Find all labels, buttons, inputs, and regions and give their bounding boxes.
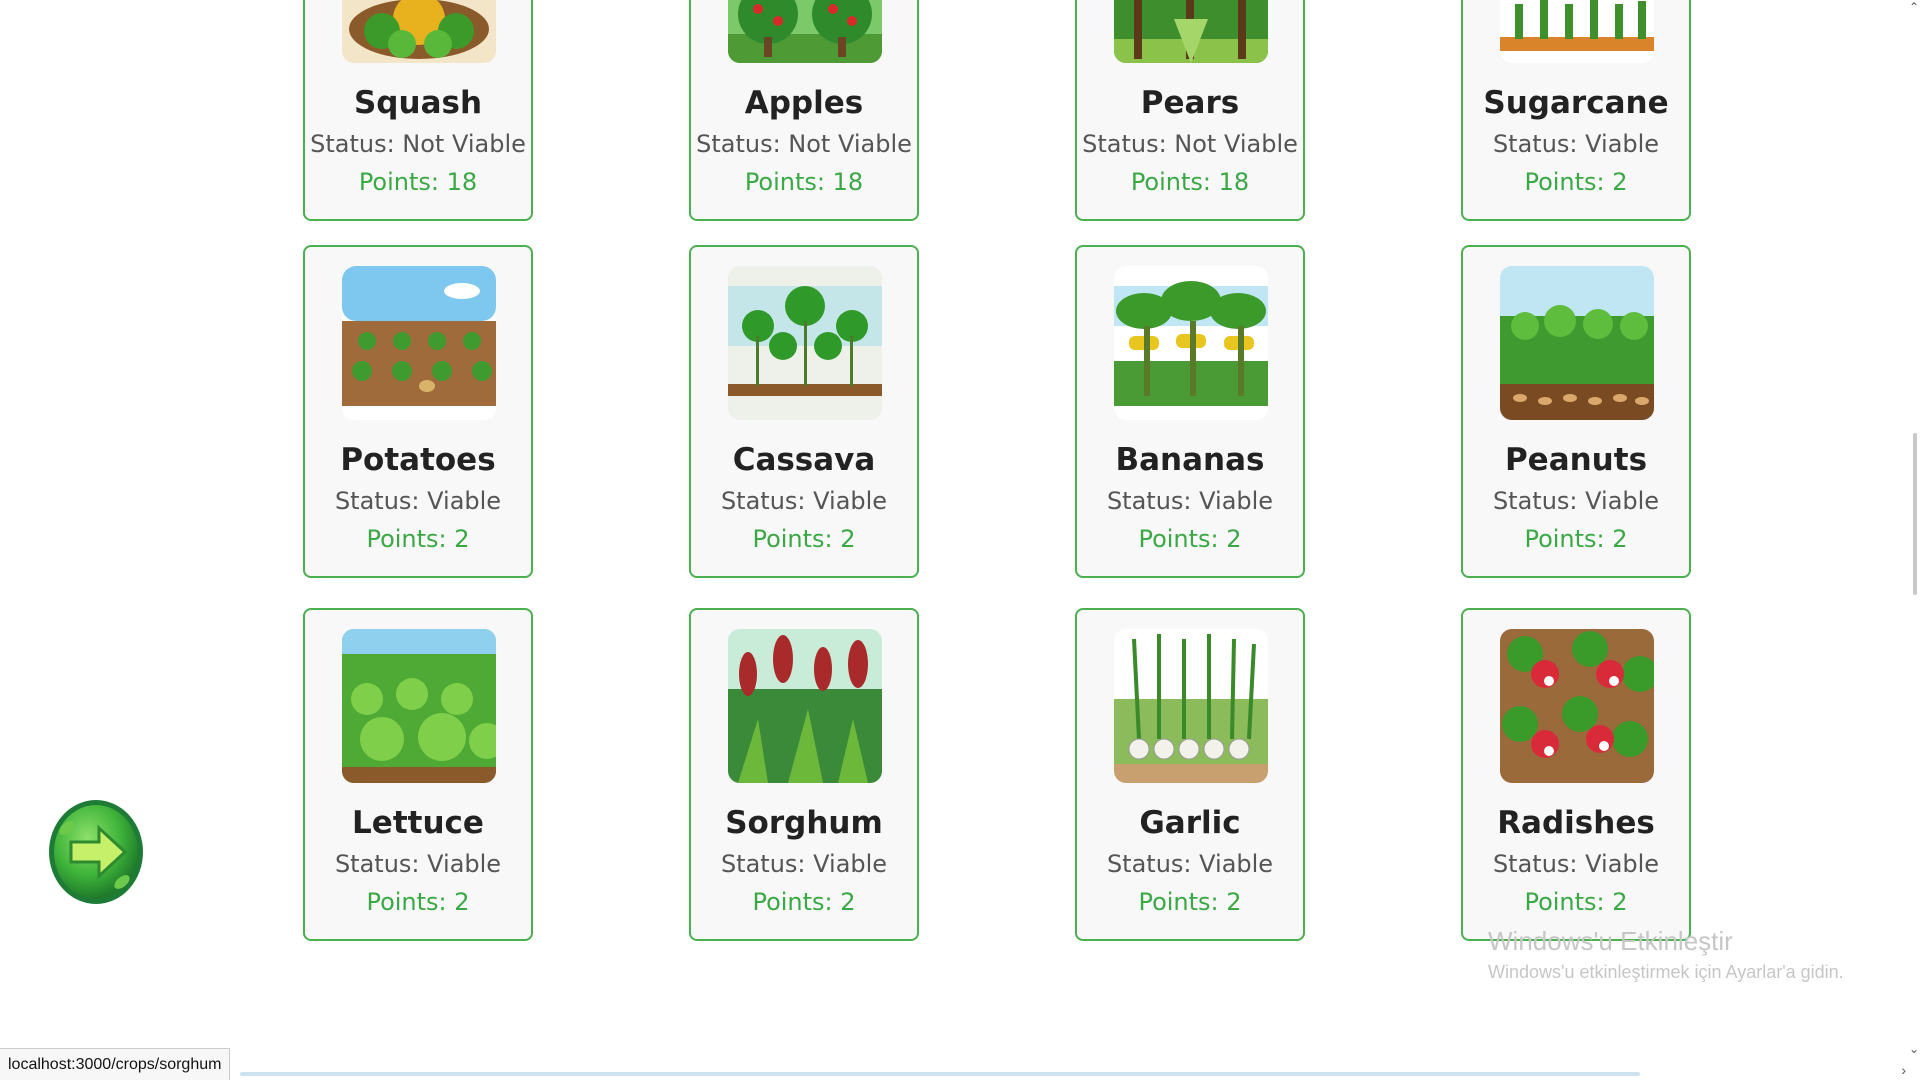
crop-points: Points: 2 bbox=[752, 525, 856, 553]
horizontal-scroll-thumb[interactable] bbox=[240, 1072, 1640, 1076]
crop-name: Bananas bbox=[1115, 442, 1265, 478]
windows-activation-subtitle: Windows'u etkinleştirmek için Ayarlar'a … bbox=[1488, 962, 1844, 982]
crop-points: Points: 2 bbox=[752, 888, 856, 916]
crop-name: Squash bbox=[353, 85, 483, 121]
crop-points: Points: 18 bbox=[358, 168, 478, 196]
crop-card-garlic[interactable]: Garlic Status: Viable Points: 2 bbox=[1075, 608, 1305, 941]
crop-status: Status: Not Viable bbox=[696, 130, 912, 158]
scroll-down-icon[interactable]: ⌄ bbox=[1909, 1042, 1919, 1056]
crop-status: Status: Viable bbox=[334, 487, 502, 515]
crop-points: Points: 2 bbox=[366, 888, 470, 916]
crop-points: Points: 18 bbox=[744, 168, 864, 196]
crops-grid: Squash Status: Not Viable Points: 18 App… bbox=[0, 0, 1920, 1080]
crop-points: Points: 2 bbox=[366, 525, 470, 553]
crop-points: Points: 2 bbox=[1138, 888, 1242, 916]
crop-points: Points: 2 bbox=[1524, 888, 1628, 916]
crop-points: Points: 2 bbox=[1138, 525, 1242, 553]
squash-image bbox=[342, 0, 496, 63]
garlic-image bbox=[1114, 629, 1268, 783]
peanuts-image bbox=[1500, 266, 1654, 420]
crop-status: Status: Viable bbox=[720, 487, 888, 515]
vertical-scrollbar[interactable]: ⌃ ⌄ bbox=[1908, 0, 1920, 1066]
crop-card-peanuts[interactable]: Peanuts Status: Viable Points: 2 bbox=[1461, 245, 1691, 578]
crop-name: Pears bbox=[1140, 85, 1240, 121]
crop-card-apples[interactable]: Apples Status: Not Viable Points: 18 bbox=[689, 0, 919, 221]
crop-status: Status: Viable bbox=[1106, 487, 1274, 515]
crop-name: Cassava bbox=[732, 442, 876, 478]
crop-name: Peanuts bbox=[1504, 442, 1648, 478]
crop-points: Points: 18 bbox=[1130, 168, 1250, 196]
crop-name: Garlic bbox=[1139, 805, 1241, 841]
vertical-scroll-thumb[interactable] bbox=[1913, 433, 1917, 595]
crop-card-squash[interactable]: Squash Status: Not Viable Points: 18 bbox=[303, 0, 533, 221]
sugarcane-image bbox=[1500, 0, 1654, 63]
sorghum-image bbox=[728, 629, 882, 783]
apples-image bbox=[728, 0, 882, 63]
crop-status: Status: Viable bbox=[1106, 850, 1274, 878]
bananas-image bbox=[1114, 266, 1268, 420]
crop-status: Status: Viable bbox=[1492, 487, 1660, 515]
crop-card-bananas[interactable]: Bananas Status: Viable Points: 2 bbox=[1075, 245, 1305, 578]
windows-activation-title: Windows'u Etkinleştir bbox=[1488, 926, 1733, 956]
crop-card-sorghum[interactable]: Sorghum Status: Viable Points: 2 bbox=[689, 608, 919, 941]
crop-name: Radishes bbox=[1497, 805, 1655, 841]
link-preview-statusbar: localhost:3000/crops/sorghum bbox=[0, 1048, 231, 1080]
crop-card-pears[interactable]: Pears Status: Not Viable Points: 18 bbox=[1075, 0, 1305, 221]
arrow-right-icon bbox=[49, 800, 143, 904]
lettuce-image bbox=[342, 629, 496, 783]
crop-name: Apples bbox=[744, 85, 864, 121]
cassava-image bbox=[728, 266, 882, 420]
crop-status: Status: Viable bbox=[334, 850, 502, 878]
crop-status: Status: Viable bbox=[1492, 130, 1660, 158]
crop-points: Points: 2 bbox=[1524, 168, 1628, 196]
crop-card-potatoes[interactable]: Potatoes Status: Viable Points: 2 bbox=[303, 245, 533, 578]
crop-name: Lettuce bbox=[352, 805, 484, 841]
crop-points: Points: 2 bbox=[1524, 525, 1628, 553]
crop-card-radishes[interactable]: Radishes Status: Viable Points: 2 bbox=[1461, 608, 1691, 941]
crop-status: Status: Viable bbox=[720, 850, 888, 878]
crop-card-lettuce[interactable]: Lettuce Status: Viable Points: 2 bbox=[303, 608, 533, 941]
scroll-up-icon[interactable]: ⌃ bbox=[1909, 0, 1919, 14]
potatoes-image bbox=[342, 266, 496, 420]
pears-image bbox=[1114, 0, 1268, 63]
crop-card-cassava[interactable]: Cassava Status: Viable Points: 2 bbox=[689, 245, 919, 578]
crop-name: Potatoes bbox=[340, 442, 496, 478]
horizontal-scrollbar[interactable] bbox=[240, 1070, 1640, 1078]
next-button[interactable] bbox=[47, 798, 145, 906]
crop-status: Status: Viable bbox=[1492, 850, 1660, 878]
crop-name: Sorghum bbox=[725, 805, 883, 841]
crop-status: Status: Not Viable bbox=[1082, 130, 1298, 158]
radishes-image bbox=[1500, 629, 1654, 783]
crop-status: Status: Not Viable bbox=[310, 130, 526, 158]
crop-card-sugarcane[interactable]: Sugarcane Status: Viable Points: 2 bbox=[1461, 0, 1691, 221]
scroll-right-icon[interactable]: › bbox=[1901, 1062, 1906, 1078]
crop-name: Sugarcane bbox=[1483, 85, 1669, 121]
